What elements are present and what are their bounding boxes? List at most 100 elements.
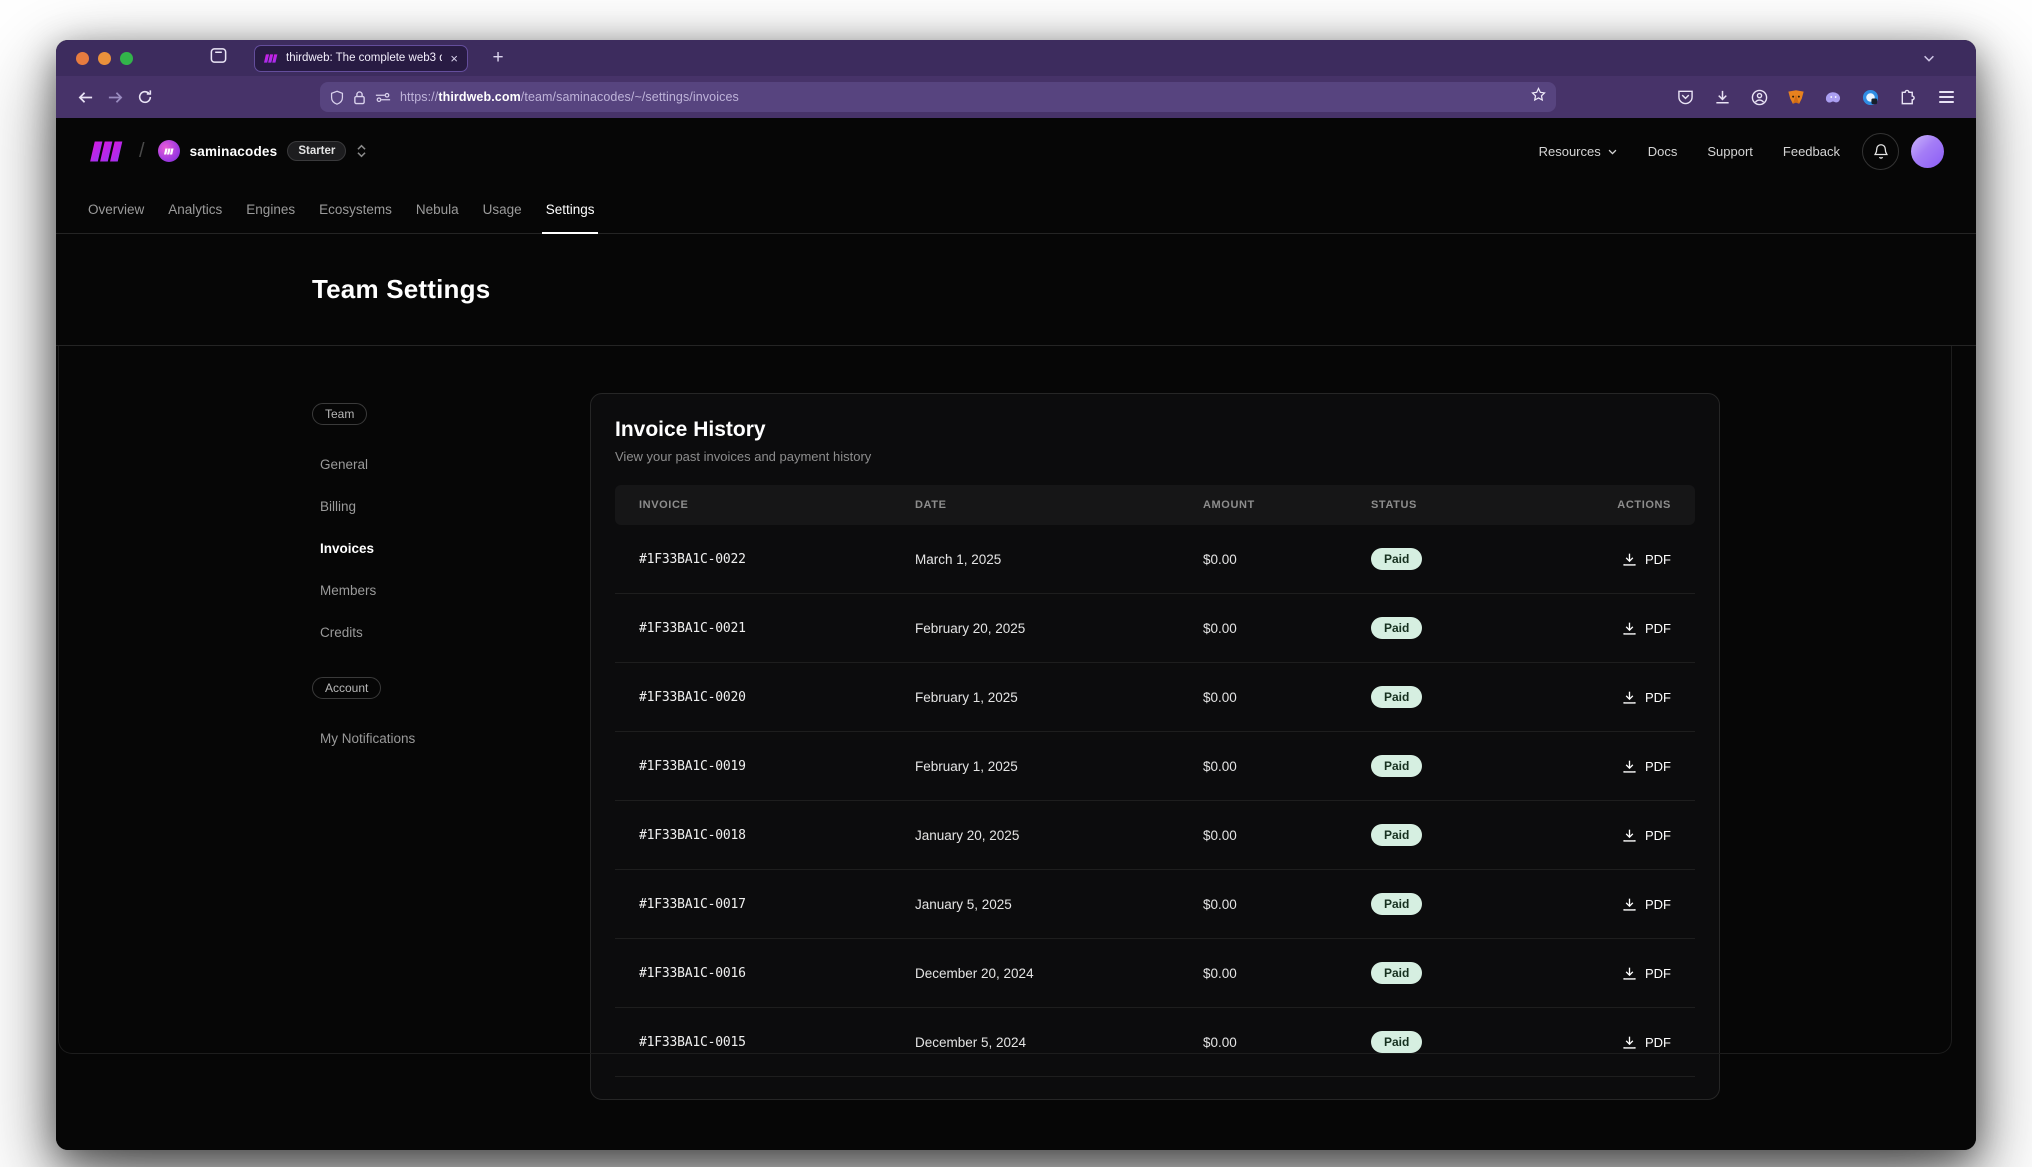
notifications-button[interactable] [1862,133,1899,170]
invoice-number: #1F33BA1C-0017 [615,897,915,912]
sidebar-item-credits[interactable]: Credits [312,611,562,653]
invoice-number: #1F33BA1C-0020 [615,690,915,705]
page-header: Team Settings [56,234,1976,346]
sidebar-item-general[interactable]: General [312,443,562,485]
downloads-icon[interactable] [1713,88,1731,106]
invoice-row: #1F33BA1C-0022March 1, 2025$0.00Paid PDF [615,525,1695,594]
header-link-feedback[interactable]: Feedback [1783,144,1840,159]
tab-overview[interactable]: Overview [76,202,156,233]
screenshot-stage: thirdweb: The complete web3 d × + [0,0,2032,1167]
header-links: Resources Docs Support Feedback [1539,144,1840,159]
invoice-amount: $0.00 [1203,1035,1371,1050]
lock-icon[interactable] [353,90,366,105]
column-header-actions: Actions [1615,499,1695,511]
download-pdf-button[interactable]: PDF [1622,759,1671,774]
invoice-table-header: InvoiceDateAmountStatusActions [615,485,1695,525]
column-header-status: Status [1371,499,1615,511]
download-pdf-button[interactable]: PDF [1622,966,1671,981]
url-scheme: https:// [400,90,438,104]
reload-icon[interactable] [130,82,160,112]
download-icon [1622,966,1637,981]
download-pdf-button[interactable]: PDF [1622,1035,1671,1050]
tab-settings[interactable]: Settings [534,202,607,233]
sidebar-group-team: Team [312,403,367,425]
new-tab-button[interactable]: + [484,47,512,69]
phantom-icon[interactable] [1824,88,1842,106]
forward-icon[interactable] [100,82,130,112]
extension-toolbar [1676,88,1954,106]
metamask-icon[interactable] [1787,88,1805,106]
browser-tab[interactable]: thirdweb: The complete web3 d × [254,45,468,72]
team-switcher-chevrons-icon[interactable] [355,143,368,159]
download-icon [1622,828,1637,843]
download-pdf-button[interactable]: PDF [1622,690,1671,705]
extensions-icon[interactable] [1898,88,1916,106]
sidebar-item-members[interactable]: Members [312,569,562,611]
download-pdf-button[interactable]: PDF [1622,621,1671,636]
team-name[interactable]: saminacodes [190,144,278,159]
download-pdf-button[interactable]: PDF [1622,828,1671,843]
browser-window: thirdweb: The complete web3 d × + [56,40,1976,1150]
thirdweb-dashboard: / saminacodes Starter ResourcesDocsSuppo… [56,118,1976,1150]
tab-usage[interactable]: Usage [471,202,534,233]
invoice-date: February 20, 2025 [915,621,1203,636]
tab-engines[interactable]: Engines [234,202,307,233]
thirdweb-logo[interactable] [88,140,126,163]
tab-analytics[interactable]: Analytics [156,202,234,233]
header-link-docs[interactable]: Docs [1648,144,1678,159]
sidebar-item-invoices[interactable]: Invoices [312,527,562,569]
firefox-view-icon[interactable] [209,46,228,70]
download-icon [1622,690,1637,705]
invoice-number: #1F33BA1C-0019 [615,759,915,774]
sidebar-item-my-notifications[interactable]: My Notifications [312,717,562,759]
invoice-row: #1F33BA1C-0017January 5, 2025$0.00Paid P… [615,870,1695,939]
sidebar-item-billing[interactable]: Billing [312,485,562,527]
back-icon[interactable] [70,82,100,112]
invoice-number: #1F33BA1C-0015 [615,1035,915,1050]
traffic-lights [76,52,133,65]
header-link-resources[interactable]: Resources [1539,144,1618,159]
column-header-date: Date [915,499,1203,511]
window-zoom-button[interactable] [120,52,133,65]
invoice-row: #1F33BA1C-0016December 20, 2024$0.00Paid… [615,939,1695,1008]
invoice-amount: $0.00 [1203,759,1371,774]
invoice-history-card: Invoice History View your past invoices … [590,393,1720,1100]
settings-content: Team GeneralBillingInvoicesMembersCredits… [56,346,1976,1104]
pdf-label: PDF [1645,897,1671,912]
user-avatar[interactable] [1911,135,1944,168]
account-icon[interactable] [1750,88,1768,106]
status-badge: Paid [1371,686,1422,708]
tab-ecosystems[interactable]: Ecosystems [307,202,404,233]
pocket-icon[interactable] [1676,88,1694,106]
download-pdf-button[interactable]: PDF [1622,897,1671,912]
invoice-date: January 20, 2025 [915,828,1203,843]
card-subtitle: View your past invoices and payment hist… [615,449,1695,464]
header-link-support[interactable]: Support [1707,144,1753,159]
shield-icon[interactable] [330,90,344,105]
window-close-button[interactable] [76,52,89,65]
invoice-date: February 1, 2025 [915,690,1203,705]
password-manager-icon[interactable] [1861,88,1879,106]
url-text[interactable]: https://thirdweb.com/team/saminacodes/~/… [400,90,1522,104]
invoice-amount: $0.00 [1203,690,1371,705]
invoice-number: #1F33BA1C-0021 [615,621,915,636]
team-avatar[interactable] [158,140,180,162]
invoice-date: December 20, 2024 [915,966,1203,981]
menu-icon[interactable] [1939,91,1954,103]
status-badge: Paid [1371,1031,1422,1053]
invoice-number: #1F33BA1C-0022 [615,552,915,567]
invoice-row: #1F33BA1C-0018January 20, 2025$0.00Paid … [615,801,1695,870]
thirdweb-favicon [264,53,278,64]
tab-nebula[interactable]: Nebula [404,202,471,233]
tab-overflow-chevron-icon[interactable] [1922,40,1936,76]
download-pdf-button[interactable]: PDF [1622,552,1671,567]
window-minimize-button[interactable] [98,52,111,65]
bookmark-star-icon[interactable] [1531,87,1546,107]
invoice-amount: $0.00 [1203,621,1371,636]
permissions-icon[interactable] [375,91,391,104]
browser-toolbar: https://thirdweb.com/team/saminacodes/~/… [56,76,1976,118]
download-icon [1622,759,1637,774]
url-bar[interactable]: https://thirdweb.com/team/saminacodes/~/… [320,82,1556,112]
invoice-date: December 5, 2024 [915,1035,1203,1050]
tab-close-icon[interactable]: × [450,52,458,65]
